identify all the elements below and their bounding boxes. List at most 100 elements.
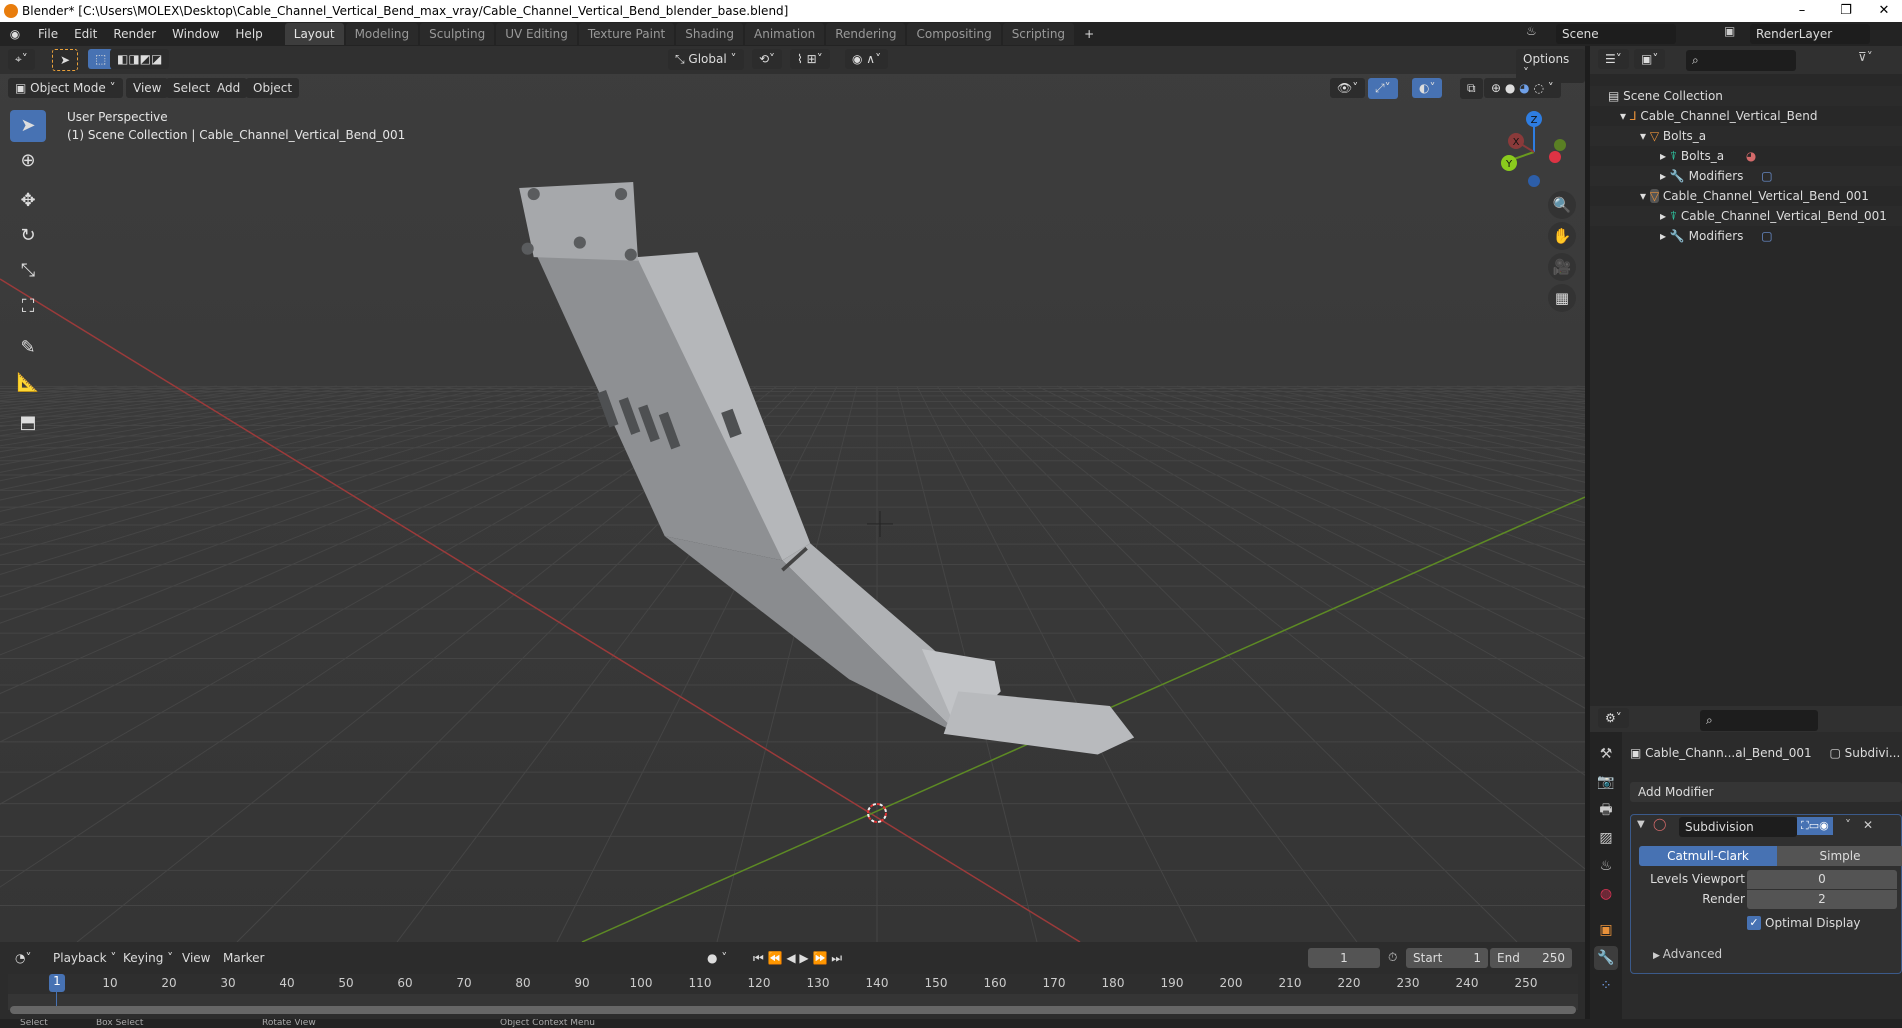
remove-modifier-icon[interactable]: ✕ (1863, 818, 1873, 832)
menu-help[interactable]: Help (227, 27, 270, 41)
outliner-row[interactable]: ▸ ⍒ Bolts_a ◕ (1590, 146, 1902, 166)
viewport-perspective-label: User Perspective (67, 110, 168, 124)
overlays-toggle-icon[interactable]: ◐˅ (1412, 78, 1443, 98)
outliner-row[interactable]: ▸ ⍒ Cable_Channel_Vertical_Bend_001 (1590, 206, 1902, 226)
close-button[interactable]: ✕ (1862, 0, 1902, 22)
tab-rendering[interactable]: Rendering (826, 23, 906, 45)
advanced-subpanel[interactable]: ▶ Advanced (1653, 947, 1722, 961)
view-layer-tab-icon[interactable]: ▨ (1594, 826, 1618, 850)
outliner-search-input[interactable]: ⌕ (1686, 50, 1796, 71)
proportional-edit-icon[interactable]: ◉ ∧˅ (845, 49, 889, 69)
edit-mode-toggle-icon[interactable]: ⛶▭◉ (1797, 817, 1833, 835)
render-tab-icon[interactable]: 📷 (1594, 770, 1618, 794)
menu-render[interactable]: Render (105, 27, 164, 41)
output-tab-icon[interactable]: 🖶 (1594, 798, 1618, 822)
add-modifier-button[interactable]: Add Modifier (1630, 782, 1902, 802)
object-tab-icon[interactable]: ▣ (1594, 918, 1618, 942)
minimize-button[interactable]: – (1780, 0, 1824, 22)
select-tool-icon[interactable]: ➤ (52, 49, 79, 71)
pan-hand-icon[interactable]: ✋ (1548, 222, 1576, 250)
scene-selector[interactable]: Scene (1556, 24, 1676, 44)
move-tool-icon[interactable]: ✥ (10, 185, 46, 217)
menu-view[interactable]: View (126, 78, 169, 98)
camera-view-icon[interactable]: 🎥 (1548, 253, 1576, 281)
editor-type-icon[interactable]: ⚙˅ (1598, 708, 1629, 728)
select-box-tool-icon[interactable]: ➤ (10, 110, 46, 142)
tool-tab-icon[interactable]: ⚒ (1594, 742, 1618, 766)
filter-icon[interactable]: ⊽˅ (1858, 50, 1873, 64)
annotate-tool-icon[interactable]: ✎ (10, 332, 46, 364)
scale-tool-icon[interactable]: ⤡ (10, 255, 46, 287)
outliner-row[interactable]: ▸ 🔧 Modifiers ▢ (1590, 166, 1902, 186)
select-mode-extend-icon[interactable]: ◧◨◩◪ (110, 49, 170, 69)
outliner-row[interactable]: ▾ ▽ Cable_Channel_Vertical_Bend_001 (1590, 186, 1902, 206)
pivot-point-icon[interactable]: ⟲˅ (752, 49, 783, 69)
modifier-tab-icon[interactable]: 🔧 (1594, 946, 1618, 970)
filter-view-icon[interactable]: ▣˅ (1634, 49, 1666, 69)
snap-icon[interactable]: ⌇ ⊞˅ (790, 49, 830, 69)
outliner-row[interactable]: ▾ ▽ Bolts_a (1590, 126, 1902, 146)
add-workspace-button[interactable]: + (1076, 27, 1102, 41)
menu-file[interactable]: File (30, 27, 66, 41)
shading-modes-icon[interactable]: ⊕ ● ◕ ◌ ˅ (1484, 78, 1561, 98)
optimal-display-checkbox[interactable]: ✓ (1747, 916, 1761, 930)
editor-type-icon[interactable]: ⌖˅ (8, 49, 35, 70)
properties-search-input[interactable]: ⌕ (1700, 710, 1818, 731)
menu-add[interactable]: Add (210, 78, 248, 98)
catmull-clark-option[interactable]: Catmull-Clark (1639, 846, 1777, 866)
keying-menu[interactable]: Keying ˅ (116, 948, 181, 968)
blender-menu-icon[interactable]: ◉ (0, 27, 30, 41)
tab-animation[interactable]: Animation (745, 23, 825, 45)
visibility-dropdown-icon[interactable]: 👁˅ (1330, 78, 1366, 98)
simple-option[interactable]: Simple (1777, 846, 1902, 866)
scene-tab-icon[interactable]: ♨ (1594, 854, 1618, 878)
auto-keying-toggle-icon[interactable]: ● ˅ (700, 948, 735, 968)
timeline-scrollbar[interactable] (10, 1006, 1576, 1014)
levels-viewport-field[interactable]: 0 (1747, 870, 1897, 889)
particles-tab-icon[interactable]: ⁘ (1594, 974, 1618, 998)
measure-tool-icon[interactable]: 📐 (10, 367, 46, 399)
viewport-scene: Z X Y (0, 46, 1585, 942)
tab-scripting[interactable]: Scripting (1002, 23, 1075, 45)
playhead[interactable]: 1 (49, 974, 65, 992)
cursor-tool-icon[interactable]: ⊕ (10, 145, 46, 177)
rotate-tool-icon[interactable]: ↻ (10, 220, 46, 252)
editor-type-icon[interactable]: ◔˅ (8, 948, 39, 968)
modifier-menu-icon[interactable]: ˅ (1845, 818, 1851, 832)
tab-texture-paint[interactable]: Texture Paint (578, 23, 675, 45)
tab-layout[interactable]: Layout (284, 23, 344, 45)
transform-orientation-dropdown[interactable]: ⤡ Global ˅ (668, 49, 744, 70)
timeline-marker-menu[interactable]: Marker (223, 951, 264, 965)
modifier-name-input[interactable]: Subdivision (1679, 817, 1797, 837)
world-tab-icon[interactable]: ◍ (1594, 882, 1618, 906)
display-mode-icon[interactable]: ☰˅ (1598, 49, 1629, 69)
start-frame-field[interactable]: Start 1 (1406, 948, 1488, 968)
zoom-icon[interactable]: 🔍 (1548, 191, 1576, 219)
perspective-grid-icon[interactable]: ▦ (1548, 284, 1576, 312)
view-layer-selector[interactable]: RenderLayer (1750, 24, 1870, 44)
render-levels-field[interactable]: 2 (1747, 890, 1897, 909)
tab-uv-editing[interactable]: UV Editing (496, 23, 577, 45)
transform-tool-icon[interactable]: ⛶ (10, 291, 46, 323)
3d-viewport[interactable]: Z X Y ⌖˅ ➤ ⬚ ◧◨◩◪ ⤡ Global ˅ ⟲˅ ⌇ ⊞˅ ◉ ∧… (0, 46, 1585, 942)
playback-menu[interactable]: Playback ˅ (46, 948, 124, 968)
current-frame-field[interactable]: 1 (1308, 948, 1380, 968)
outliner-row[interactable]: ▸ 🔧 Modifiers ▢ (1590, 226, 1902, 246)
end-frame-field[interactable]: End 250 (1490, 948, 1572, 968)
outliner-row[interactable]: ▾ ⅃ Cable_Channel_Vertical_Bend (1590, 106, 1902, 126)
collapse-arrow-icon[interactable]: ▼ (1637, 819, 1645, 830)
tab-compositing[interactable]: Compositing (907, 23, 1001, 45)
menu-object[interactable]: Object (246, 78, 300, 98)
scene-collection-row[interactable]: ▤ Scene Collection (1590, 86, 1902, 106)
tab-shading[interactable]: Shading (676, 23, 743, 45)
xray-toggle-icon[interactable]: ⧉ (1460, 78, 1483, 99)
add-cube-tool-icon[interactable]: ⬒ (10, 407, 46, 439)
tab-modeling[interactable]: Modeling (345, 23, 419, 45)
timeline-view-menu[interactable]: View (182, 951, 210, 965)
menu-window[interactable]: Window (164, 27, 227, 41)
menu-edit[interactable]: Edit (66, 27, 105, 41)
object-mode-dropdown[interactable]: ▣ Object Mode ˅ (8, 78, 123, 98)
tab-sculpting[interactable]: Sculpting (420, 23, 495, 45)
playback-controls-icon[interactable]: ⏮ ⏪ ◀ ▶ ⏩ ⏭ (746, 948, 850, 969)
gizmo-toggle-icon[interactable]: ⤢˅ (1368, 78, 1398, 99)
